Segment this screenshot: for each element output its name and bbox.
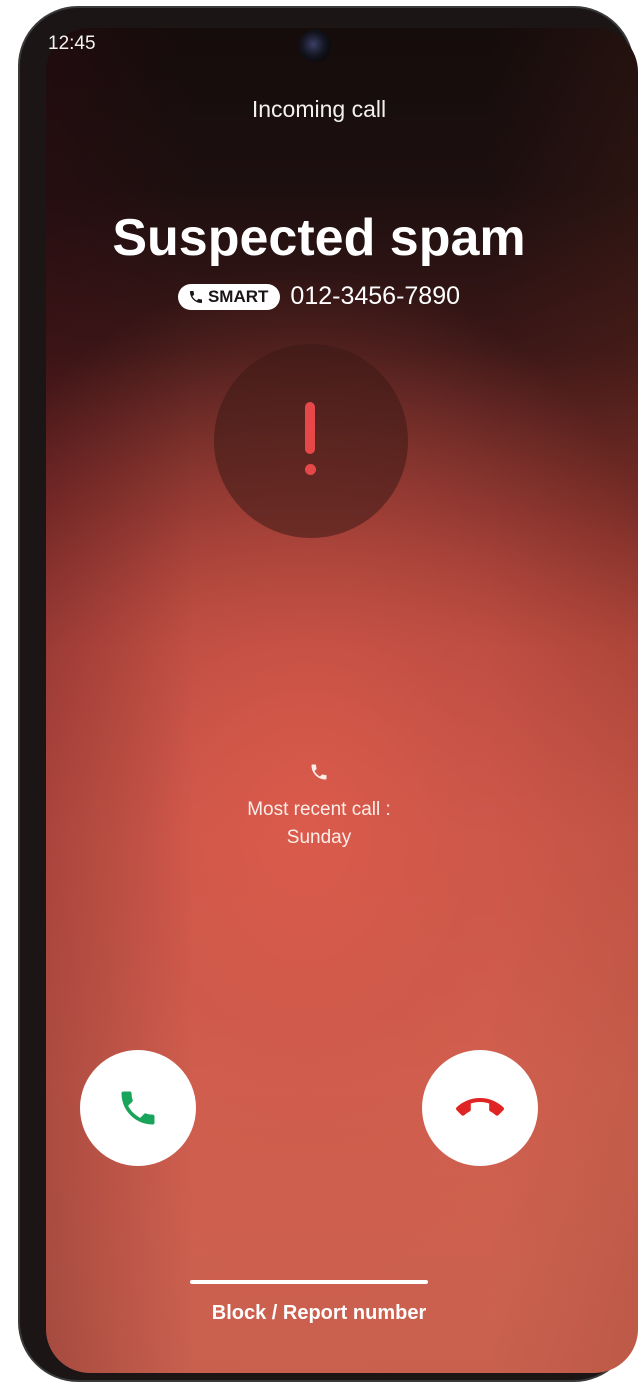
caller-number-row: SMART 012-3456-7890 [0,282,638,311]
accept-call-button[interactable] [80,1050,196,1166]
status-bar-time: 12:45 [48,33,96,54]
phone-icon [311,764,327,780]
caller-label: Suspected spam [112,209,526,267]
call-status: Incoming call [251,96,387,122]
block-report-number-button[interactable]: Block / Report number [0,1302,638,1325]
spam-warning-circle [214,344,408,538]
recent-call-label: Most recent call : [247,799,391,820]
recent-call-info: Most recent call : Sunday [0,762,638,852]
swipe-handle[interactable] [190,1280,428,1284]
front-camera [299,30,331,62]
phone-icon [189,290,202,303]
phone-accept-icon [121,1091,155,1125]
decline-call-button[interactable] [422,1050,538,1166]
phone-decline-icon [456,1098,504,1116]
phone-number: 012-3456-7890 [290,282,461,310]
smart-call-badge: SMART [177,283,281,310]
smart-badge-label: SMART [207,286,269,306]
recent-call-day: Sunday [286,827,352,848]
